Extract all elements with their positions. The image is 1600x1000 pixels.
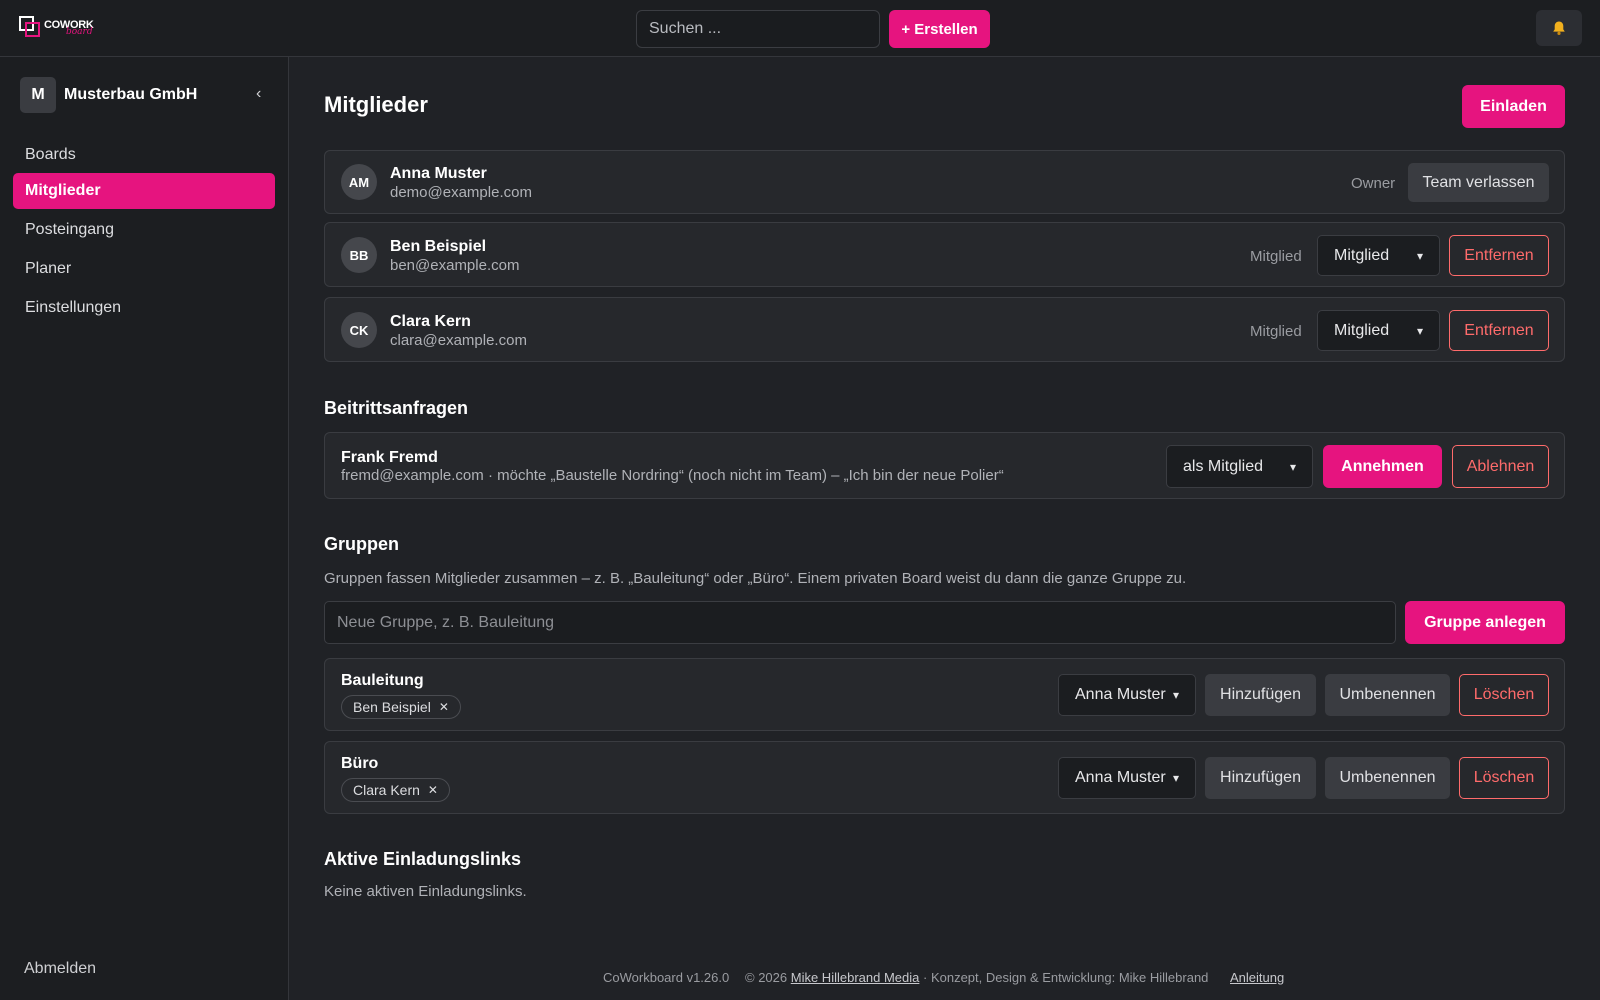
avatar: BB [341,237,377,273]
chip-label: Clara Kern [353,782,420,798]
chevron-down-icon: ▾ [1416,323,1423,338]
request-name: Frank Fremd [341,449,438,466]
member-email: ben@example.com [390,257,520,274]
footer-credits: · Konzept, Design & Entwicklung: Mike Hi… [923,970,1209,985]
chevron-down-icon: ▾ [1172,771,1179,785]
groups-heading: Gruppen [324,534,399,554]
chevron-down-icon: ▾ [1416,248,1423,263]
request-role-value: als Mitglied [1183,457,1264,475]
org-name[interactable]: Musterbau GmbH [64,86,197,104]
footer-guide-link[interactable]: Anleitung [1230,970,1284,985]
footer-version: CoWorkboard v1.26.0 [603,970,730,985]
invite-button[interactable]: Einladen [1462,85,1565,128]
notifications-button[interactable] [1536,10,1582,46]
member-row: AM Anna Muster demo@example.com Owner Te… [324,150,1565,214]
sidebar-item-planer[interactable]: Planer [13,251,275,287]
member-role: Mitglied [1250,248,1302,265]
role-select[interactable]: Mitglied ▾ [1317,235,1440,276]
sidebar-item-mitglieder[interactable]: Mitglieder [13,173,275,209]
chevron-down-icon: ▾ [1289,459,1296,474]
delete-group-button[interactable]: Löschen [1459,674,1549,716]
collapse-sidebar-icon[interactable]: ‹ [256,85,261,103]
footer-copyright-prefix: © 2026 [745,970,788,985]
rename-group-button[interactable]: Umbenennen [1325,757,1450,799]
group-row: Büro Clara Kern ✕ Anna Muster ▾ Hinzufüg… [324,741,1565,814]
bell-icon [1553,21,1565,35]
member-email: clara@example.com [390,332,527,349]
avatar: CK [341,312,377,348]
role-select-value: Mitglied [1334,321,1390,339]
request-role-select[interactable]: als Mitglied ▾ [1166,445,1313,488]
logo-mark-icon [19,16,40,37]
member-chip: Ben Beispiel ✕ [341,695,461,719]
footer-company-link[interactable]: Mike Hillebrand Media [791,970,920,985]
create-group-button[interactable]: Gruppe anlegen [1405,601,1565,644]
member-role: Owner [1351,175,1396,192]
member-name: Clara Kern [390,313,471,330]
sidebar-item-posteingang[interactable]: Posteingang [13,212,275,248]
member-chip: Clara Kern ✕ [341,778,450,802]
org-avatar: M [20,77,56,113]
chevron-down-icon: ▾ [1172,688,1179,702]
footer-guide: Anleitung [1230,970,1284,985]
top-bar: COWORK board + Erstellen [0,0,1600,57]
search-input[interactable] [636,10,880,48]
coworkboard-logo[interactable]: COWORK board [19,16,94,40]
avatar: AM [341,164,377,200]
add-to-group-button[interactable]: Hinzufügen [1205,674,1316,716]
remove-member-button[interactable]: Entfernen [1449,310,1549,351]
invite-links-empty: Keine aktiven Einladungslinks. [324,883,527,900]
leave-team-button[interactable]: Team verlassen [1408,163,1549,202]
logo-sub: board [66,27,93,37]
group-member-select-value: Anna Muster [1075,686,1166,703]
sidebar: M Musterbau GmbH ‹ Boards Mitglieder Pos… [0,57,289,1000]
group-row: Bauleitung Ben Beispiel ✕ Anna Muster ▾ … [324,658,1565,731]
accept-button[interactable]: Annehmen [1323,445,1442,488]
create-button[interactable]: + Erstellen [889,10,990,48]
role-select[interactable]: Mitglied ▾ [1317,310,1440,351]
group-member-select-value: Anna Muster [1075,769,1166,786]
add-to-group-button[interactable]: Hinzufügen [1205,757,1316,799]
group-member-select[interactable]: Anna Muster ▾ [1058,757,1196,799]
member-row: CK Clara Kern clara@example.com Mitglied… [324,297,1565,362]
invite-links-heading: Aktive Einladungslinks [324,849,522,869]
delete-group-button[interactable]: Löschen [1459,757,1549,799]
group-name: Bauleitung [341,672,424,689]
member-name: Anna Muster [390,165,487,182]
request-row: Frank Fremd fremd@example.com · möchte „… [324,432,1565,499]
reject-button[interactable]: Ablehnen [1452,445,1549,488]
remove-chip-icon[interactable]: ✕ [439,700,449,714]
group-member-select[interactable]: Anna Muster ▾ [1058,674,1196,716]
member-row: BB Ben Beispiel ben@example.com Mitglied… [324,222,1565,287]
role-select-value: Mitglied [1334,246,1390,264]
remove-member-button[interactable]: Entfernen [1449,235,1549,276]
member-role: Mitglied [1250,323,1302,340]
remove-chip-icon[interactable]: ✕ [428,783,438,797]
logout-link[interactable]: Abmelden [24,960,96,978]
member-email: demo@example.com [390,184,532,201]
request-text: fremd@example.com · möchte „Baustelle No… [341,467,1004,484]
requests-heading: Beitrittsanfragen [324,398,469,418]
sidebar-item-boards[interactable]: Boards [13,137,275,173]
footer-copyright: © 2026 Mike Hillebrand Media · Konzept, … [745,970,1208,985]
sidebar-item-einstellungen[interactable]: Einstellungen [13,290,275,326]
page-title: Mitglieder [324,92,428,117]
chip-label: Ben Beispiel [353,699,431,715]
group-name: Büro [341,755,379,772]
new-group-input[interactable] [324,601,1396,644]
groups-description: Gruppen fassen Mitglieder zusammen – z. … [324,570,1187,587]
rename-group-button[interactable]: Umbenennen [1325,674,1450,716]
member-name: Ben Beispiel [390,238,487,255]
